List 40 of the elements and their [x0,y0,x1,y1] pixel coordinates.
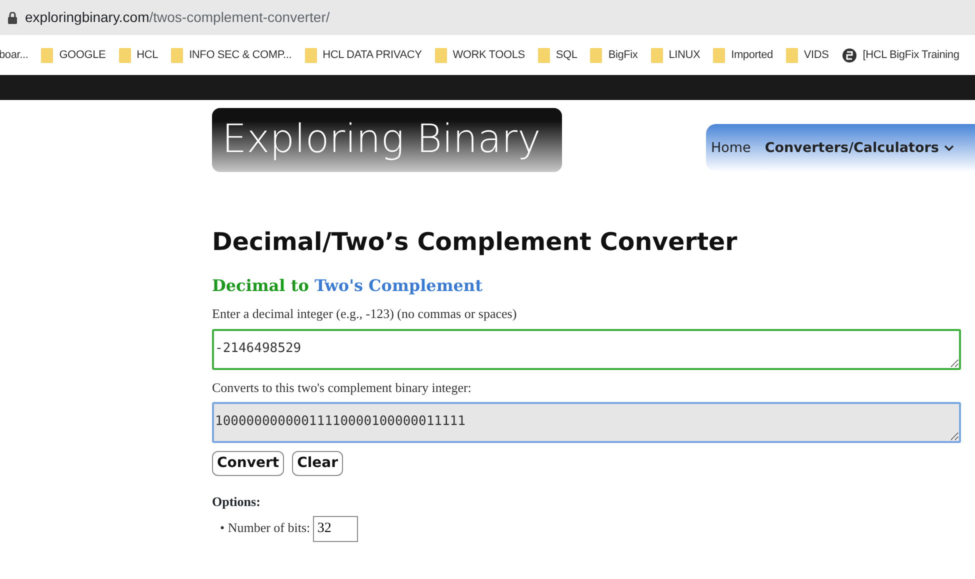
bookmark[interactable]: boar... [0,46,28,64]
bookmark[interactable]: BigFix [590,46,638,64]
folder-icon [538,47,550,63]
bookmark[interactable]: GOOGLE [41,46,106,64]
folder-icon [786,47,798,63]
action-button[interactable]: Convert [212,451,284,476]
option-label: Number of bits: [228,520,310,535]
nav-link[interactable]: Home [711,138,751,158]
folder-icon [713,47,726,63]
bullet: • [220,520,225,535]
bits-field[interactable]: 32 [313,516,358,542]
site-icon [842,48,857,62]
folder-icon [41,47,54,63]
folder-icon [304,47,317,63]
options-title: Options: [212,493,262,512]
action-button[interactable]: Clear [292,451,343,476]
bookmark[interactable]: VIDS [786,46,829,64]
bookmark[interactable]: WORK TOOLS [434,46,525,64]
input-label: Enter a decimal integer (e.g., -123) (no commas or spaces) [212,305,518,324]
bookmark[interactable]: Imported [713,46,773,64]
lock-icon [8,12,17,24]
folder-icon [590,47,602,63]
bookmark[interactable]: SQL [538,46,578,64]
bookmark[interactable]: LINUX [650,46,700,64]
bookmark[interactable]: HCL DATA PRIVACY [304,46,422,64]
folder-icon [650,47,663,63]
nav-link[interactable]: Converters/Calculators [764,138,954,158]
folder-icon [434,47,447,63]
bookmark[interactable]: HCL [118,46,158,64]
bookmark[interactable]: INFO SEC & COMP... [171,46,292,64]
output-label: Converts to this two's complement binary integer: [212,378,472,397]
decimal-input-field[interactable]: -2146498529 [212,328,961,370]
binary-output-field[interactable]: 10000000000011110000100000011111 [212,402,961,444]
section-title: Decimal to Two's Complement [212,275,484,298]
bookmark[interactable]: [HCL BigFix Training [842,46,960,64]
folder-icon [118,47,131,63]
folder-icon [171,47,184,63]
page-title: Decimal/Two’s Complement Converter [212,227,738,256]
url-field[interactable]: exploringbinary.com/twos-complement-converter/ [25,7,330,28]
site-logo[interactable]: Exploring Binary [212,108,562,172]
